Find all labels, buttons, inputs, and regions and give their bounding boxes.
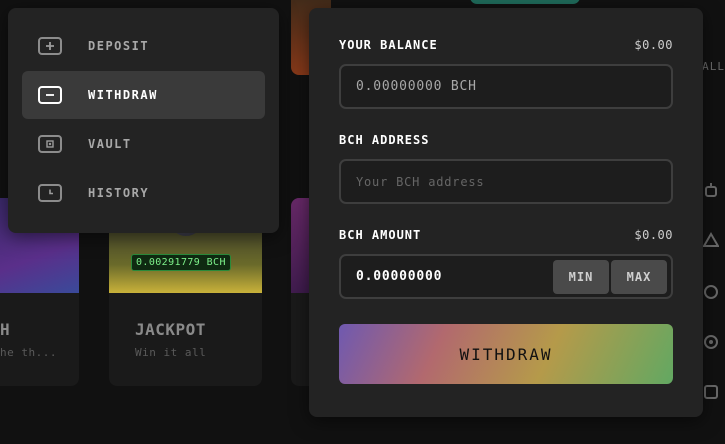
min-button[interactable]: MIN [553,259,609,294]
bot-icon [705,183,717,197]
game-card-top-right [470,0,580,4]
menu-item-label: DEPOSIT [88,39,150,53]
balance-field: 0.00000000 BCH [339,64,673,109]
vault-icon [38,135,62,153]
game-card-subtitle: he th... [0,346,57,359]
balance-usd-value: $0.00 [634,38,673,52]
jackpot-amount-badge: 0.00291779 BCH [131,254,231,271]
menu-item-history[interactable]: HISTORY [22,169,265,217]
address-row: BCH ADDRESS [339,133,673,147]
square-icon [704,385,718,399]
chat-icon [704,335,718,349]
amount-shortcuts: MIN MAX [553,259,667,294]
menu-item-label: WITHDRAW [88,88,158,102]
game-card-title: H [0,320,11,339]
target-icon [704,285,718,299]
amount-label: BCH AMOUNT [339,228,422,242]
jackpot-subtitle: Win it all [135,346,207,359]
bch-address-input[interactable]: Your BCH address [339,159,673,204]
withdraw-panel: YOUR BALANCE $0.00 0.00000000 BCH BCH AD… [309,8,703,417]
amount-value: 0.00000000 [356,269,443,284]
address-label: BCH ADDRESS [339,133,430,147]
plus-square-icon [38,37,62,55]
view-all-link[interactable]: ALL [702,60,725,73]
minus-square-icon [38,86,62,104]
clock-icon [38,184,62,202]
wallet-menu: DEPOSIT WITHDRAW VAULT HISTORY [8,8,279,233]
withdraw-button[interactable]: WITHDRAW [339,324,673,384]
menu-item-label: VAULT [88,137,132,151]
balance-row: YOUR BALANCE $0.00 [339,38,673,52]
balance-label: YOUR BALANCE [339,38,438,52]
bch-amount-input[interactable]: 0.00000000 MIN MAX [339,254,673,299]
menu-item-withdraw[interactable]: WITHDRAW [22,71,265,119]
max-button[interactable]: MAX [611,259,667,294]
menu-item-vault[interactable]: VAULT [22,120,265,168]
triangle-icon [703,232,719,247]
menu-item-deposit[interactable]: DEPOSIT [22,22,265,70]
amount-row: BCH AMOUNT $0.00 [339,228,673,242]
amount-usd-value: $0.00 [634,228,673,242]
menu-item-label: HISTORY [88,186,150,200]
jackpot-title: JACKPOT [135,320,206,339]
